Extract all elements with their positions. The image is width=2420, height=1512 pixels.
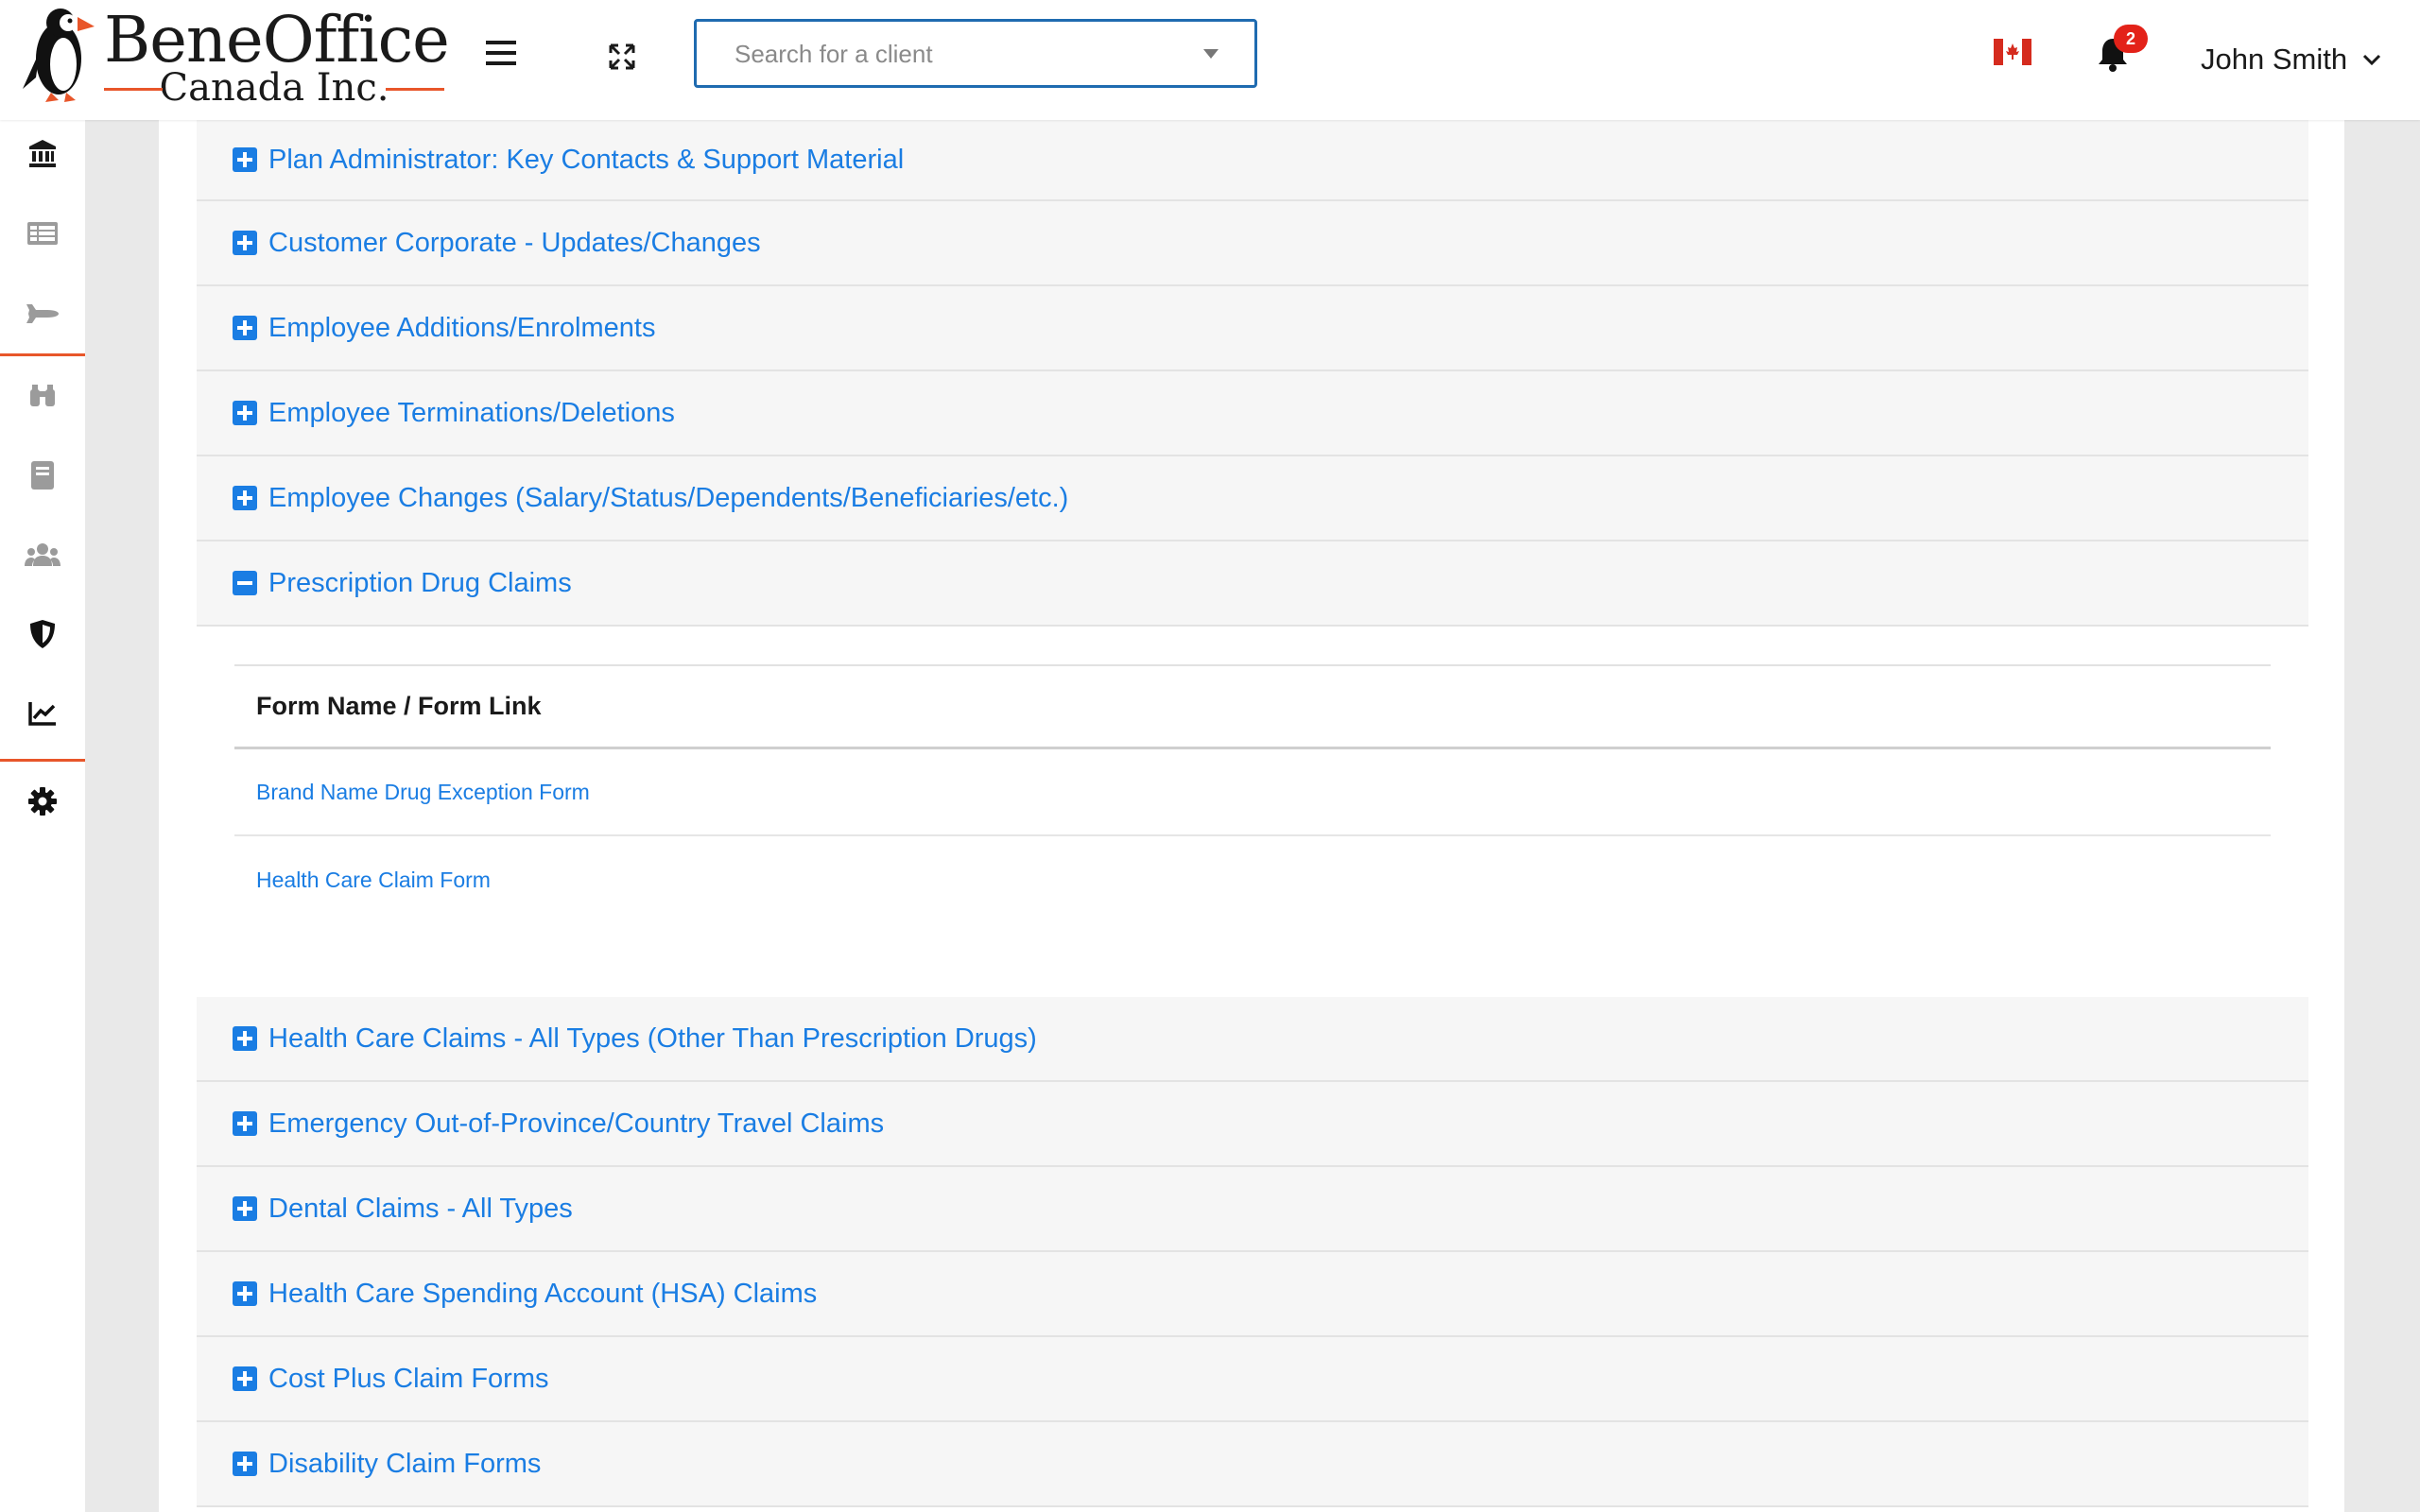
- accordion-header-hsa-claims[interactable]: Health Care Spending Account (HSA) Claim…: [197, 1252, 2308, 1337]
- accordion-header-emergency-travel-claims[interactable]: Emergency Out-of-Province/Country Travel…: [197, 1082, 2308, 1167]
- sidebar-item-security[interactable]: [0, 606, 85, 662]
- shield-icon: [30, 620, 55, 648]
- accordion-header-cost-plus-claim-forms[interactable]: Cost Plus Claim Forms: [197, 1337, 2308, 1422]
- table-row: Health Care Claim Form: [234, 836, 2271, 923]
- accordion-label: Prescription Drug Claims: [268, 567, 572, 598]
- puffin-icon: [23, 9, 95, 102]
- dropdown-caret-icon[interactable]: [1203, 49, 1219, 59]
- user-name: John Smith: [2201, 43, 2348, 76]
- sidebar-item-search[interactable]: [0, 368, 85, 424]
- accordion-header-customer-corporate[interactable]: Customer Corporate - Updates/Changes: [197, 201, 2308, 286]
- sidebar-item-list[interactable]: [0, 205, 85, 262]
- accordion-header-disability-claim-forms[interactable]: Disability Claim Forms: [197, 1422, 2308, 1507]
- accordion-header-health-care-claims[interactable]: Health Care Claims - All Types (Other Th…: [197, 997, 2308, 1082]
- plus-square-icon: [233, 1452, 257, 1476]
- plus-square-icon: [233, 401, 257, 425]
- bank-icon: [29, 140, 56, 167]
- plus-square-icon: [233, 1366, 257, 1391]
- accordion-label: Plan Administrator: Key Contacts & Suppo…: [268, 144, 905, 175]
- airplane-icon: [26, 304, 59, 323]
- forms-accordion: Plan Administrator: Key Contacts & Suppo…: [197, 120, 2308, 1507]
- brand-rule-right: [386, 88, 444, 91]
- plus-square-icon: [233, 1196, 257, 1221]
- forms-table: Form Name / Form Link Brand Name Drug Ex…: [234, 664, 2271, 923]
- accordion-label: Employee Additions/Enrolments: [268, 312, 656, 343]
- client-search-select[interactable]: [694, 19, 1257, 88]
- brand-subtitle: Canada Inc.: [104, 66, 444, 110]
- brand-subtitle-text: Canada Inc.: [159, 66, 389, 110]
- menu-toggle-button[interactable]: [480, 30, 522, 76]
- accordion-label: Emergency Out-of-Province/Country Travel…: [268, 1108, 885, 1139]
- book-icon: [31, 461, 54, 490]
- top-header: BeneOffice Canada Inc. Search for a clie…: [0, 0, 2420, 120]
- user-menu[interactable]: John Smith: [2201, 38, 2381, 81]
- client-search-input[interactable]: [697, 22, 1209, 87]
- accordion-header-employee-changes[interactable]: Employee Changes (Salary/Status/Dependen…: [197, 456, 2308, 541]
- language-flag-button[interactable]: [1993, 38, 2032, 66]
- accordion-label: Health Care Spending Account (HSA) Claim…: [268, 1278, 818, 1309]
- sidebar-item-users[interactable]: [0, 526, 85, 583]
- notification-count-badge[interactable]: 2: [2114, 25, 2148, 53]
- hamburger-icon: [486, 41, 516, 65]
- form-link-brand-name-drug-exception[interactable]: Brand Name Drug Exception Form: [256, 780, 590, 805]
- accordion-label: Disability Claim Forms: [268, 1448, 542, 1479]
- accordion-header-dental-claims[interactable]: Dental Claims - All Types: [197, 1167, 2308, 1252]
- main-content-panel: Plan Administrator: Key Contacts & Suppo…: [159, 120, 2344, 1512]
- binoculars-icon: [30, 385, 55, 406]
- form-link-health-care-claim[interactable]: Health Care Claim Form: [256, 868, 491, 893]
- chevron-down-icon: [2363, 54, 2381, 66]
- canada-flag-icon: [1994, 39, 2031, 65]
- accordion-label: Cost Plus Claim Forms: [268, 1363, 549, 1394]
- plus-square-icon: [233, 231, 257, 255]
- accordion-header-prescription-drug-claims[interactable]: Prescription Drug Claims: [197, 541, 2308, 627]
- accordion-label: Customer Corporate - Updates/Changes: [268, 227, 761, 258]
- gear-icon: [28, 787, 57, 816]
- minus-square-icon: [233, 571, 257, 595]
- fullscreen-button[interactable]: [601, 36, 643, 77]
- plus-square-icon: [233, 486, 257, 510]
- plus-square-icon: [233, 1026, 257, 1051]
- beneoffice-logo[interactable]: BeneOffice Canada Inc.: [9, 0, 450, 112]
- list-icon: [27, 222, 58, 245]
- users-icon: [25, 543, 60, 566]
- plus-square-icon: [233, 316, 257, 340]
- sidebar-separator: [0, 759, 85, 762]
- accordion-header-employee-additions[interactable]: Employee Additions/Enrolments: [197, 286, 2308, 371]
- chart-line-icon: [28, 702, 56, 726]
- sidebar-item-settings[interactable]: [0, 773, 85, 830]
- plus-square-icon: [233, 1111, 257, 1136]
- sidebar-separator: [0, 353, 85, 356]
- accordion-label: Employee Terminations/Deletions: [268, 397, 675, 428]
- plus-square-icon: [233, 1281, 257, 1306]
- brand-rule-left: [104, 88, 163, 91]
- accordion-label: Health Care Claims - All Types (Other Th…: [268, 1022, 1037, 1054]
- accordion-label: Dental Claims - All Types: [268, 1193, 573, 1224]
- table-row: Brand Name Drug Exception Form: [234, 749, 2271, 836]
- sidebar-item-bank[interactable]: [0, 125, 85, 181]
- table-header-form-name: Form Name / Form Link: [234, 664, 2271, 749]
- accordion-header-employee-terminations[interactable]: Employee Terminations/Deletions: [197, 371, 2308, 456]
- expand-arrows-icon: [609, 43, 635, 70]
- sidebar-item-travel[interactable]: [0, 285, 85, 342]
- sidebar-item-reports[interactable]: [0, 685, 85, 742]
- sidebar-item-book[interactable]: [0, 447, 85, 504]
- accordion-label: Employee Changes (Salary/Status/Dependen…: [268, 482, 1069, 513]
- accordion-panel-prescription-drug-claims: Form Name / Form Link Brand Name Drug Ex…: [197, 627, 2308, 997]
- left-sidebar: [0, 120, 85, 1512]
- accordion-header-plan-administrator[interactable]: Plan Administrator: Key Contacts & Suppo…: [197, 120, 2308, 201]
- plus-square-icon: [233, 147, 257, 172]
